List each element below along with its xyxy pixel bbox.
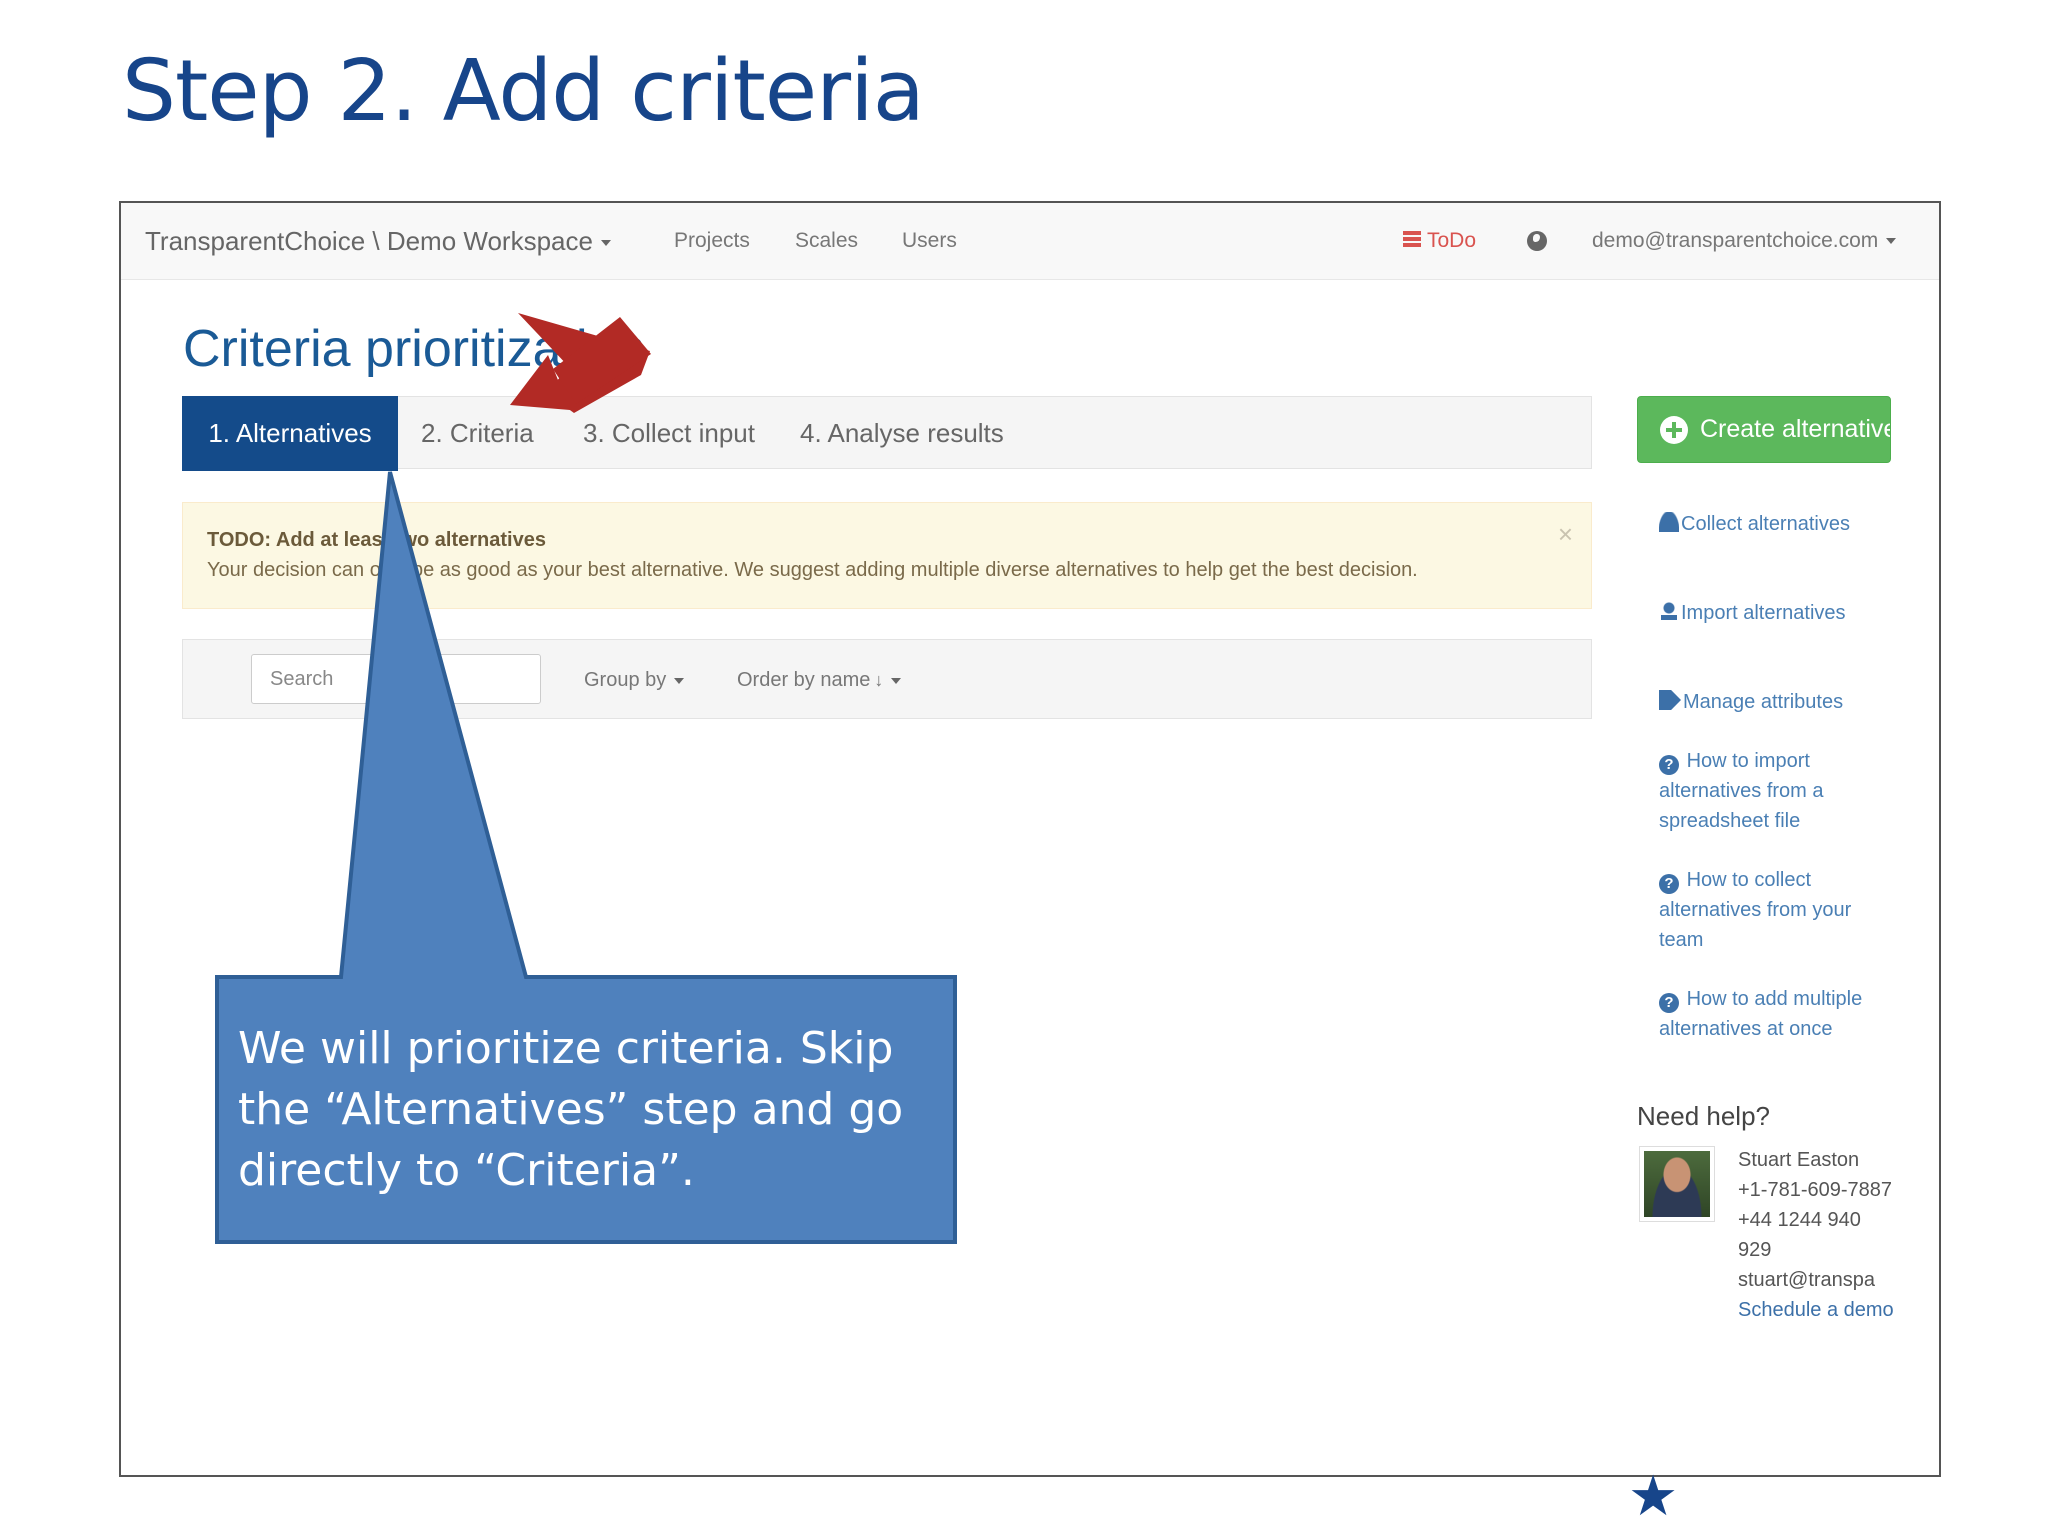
sort-icon: ↓ bbox=[874, 670, 884, 690]
sidebar-link-help-import[interactable]: ? How to import alternatives from a spre… bbox=[1659, 746, 1889, 836]
alert-title: TODO: Add at least two alternatives bbox=[207, 529, 546, 551]
contact-phone-uk: +44 1244 940 929 bbox=[1738, 1209, 1861, 1261]
brand-label: TransparentChoice \ Demo Workspace bbox=[145, 226, 593, 256]
group-by-label: Group by bbox=[584, 669, 667, 691]
sidebar-link-attributes[interactable]: Manage attributes bbox=[1659, 687, 1889, 717]
order-by-label: Order by name bbox=[737, 669, 871, 691]
chevron-down-icon bbox=[1886, 238, 1897, 245]
chevron-down-icon bbox=[891, 677, 902, 684]
nav-scales[interactable]: Scales bbox=[795, 203, 858, 279]
close-icon[interactable]: × bbox=[1558, 519, 1573, 550]
sidebar-link-label: How to add multiple alternatives at once bbox=[1659, 988, 1863, 1040]
chevron-down-icon bbox=[674, 677, 685, 684]
avatar bbox=[1639, 1146, 1715, 1222]
account-dropdown[interactable]: demo@transparentchoice.com bbox=[1592, 203, 1897, 279]
page-title: Criteria prioritization bbox=[183, 320, 646, 378]
import-icon bbox=[1659, 601, 1679, 621]
contact-email[interactable]: stuart@transpa bbox=[1738, 1265, 1898, 1295]
sidebar-link-help-collect[interactable]: ? How to collect alternatives from your … bbox=[1659, 865, 1889, 955]
top-navbar: TransparentChoice \ Demo Workspace Proje… bbox=[121, 203, 1939, 280]
workspace-dropdown[interactable]: TransparentChoice \ Demo Workspace bbox=[145, 203, 611, 279]
alert-body: Your decision can only be as good as you… bbox=[207, 559, 1418, 581]
callout-text: We will prioritize criteria. Skip the “A… bbox=[238, 1023, 904, 1196]
account-email: demo@transparentchoice.com bbox=[1592, 229, 1879, 252]
star-logo-icon: ★ bbox=[1628, 1464, 1679, 1527]
sidebar-link-label: Manage attributes bbox=[1683, 691, 1844, 713]
sidebar-link-label: Import alternatives bbox=[1681, 602, 1846, 624]
nav-users[interactable]: Users bbox=[902, 203, 957, 279]
globe-icon[interactable] bbox=[1527, 231, 1547, 251]
question-circle-icon: ? bbox=[1659, 993, 1679, 1013]
question-circle-icon: ? bbox=[1659, 755, 1679, 775]
chevron-down-icon bbox=[600, 240, 611, 247]
question-circle-icon: ? bbox=[1659, 874, 1679, 894]
tab-alternatives[interactable]: 1. Alternatives bbox=[182, 396, 398, 471]
tab-collect-input[interactable]: 3. Collect input bbox=[583, 397, 755, 470]
tag-icon bbox=[1659, 690, 1681, 710]
create-alternative-button[interactable]: Create alternative bbox=[1637, 396, 1891, 463]
tab-analyse-results[interactable]: 4. Analyse results bbox=[800, 397, 1004, 470]
sidebar-link-label: How to import alternatives from a spread… bbox=[1659, 750, 1824, 832]
avatar-photo bbox=[1644, 1151, 1710, 1217]
tab-criteria[interactable]: 2. Criteria bbox=[421, 397, 534, 470]
filter-bar: Group by Order by name↓ bbox=[182, 639, 1592, 719]
todo-label: ToDo bbox=[1427, 229, 1477, 252]
create-button-label: Create alternative bbox=[1700, 415, 1891, 443]
sidebar-link-help-multiple[interactable]: ? How to add multiple alternatives at on… bbox=[1659, 984, 1889, 1044]
sidebar-link-label: How to collect alternatives from your te… bbox=[1659, 869, 1852, 951]
app-screenshot: TransparentChoice \ Demo Workspace Proje… bbox=[119, 201, 1941, 1477]
sidebar-link-label: Collect alternatives bbox=[1681, 513, 1850, 535]
todo-alert: TODO: Add at least two alternatives Your… bbox=[182, 502, 1592, 609]
contact-name: Stuart Easton bbox=[1738, 1149, 1860, 1171]
order-by-dropdown[interactable]: Order by name ↓ bbox=[737, 640, 902, 720]
slide-title: Step 2. Add criteria bbox=[122, 42, 925, 141]
search-input[interactable] bbox=[251, 654, 541, 704]
sidebar-link-collect[interactable]: Collect alternatives bbox=[1659, 509, 1889, 539]
help-title: Need help? bbox=[1637, 1101, 1770, 1131]
todo-link[interactable]: ToDo bbox=[1403, 203, 1476, 279]
nav-projects[interactable]: Projects bbox=[674, 203, 750, 279]
sidebar-link-import[interactable]: Import alternatives bbox=[1659, 598, 1889, 628]
group-by-dropdown[interactable]: Group by bbox=[584, 640, 685, 720]
plus-circle-icon bbox=[1660, 416, 1688, 444]
step-tabs: 1. Alternatives 2. Criteria 3. Collect i… bbox=[182, 396, 1592, 471]
list-icon bbox=[1403, 231, 1421, 248]
contact-phone-us: +1-781-609-7887 bbox=[1738, 1179, 1893, 1201]
user-icon bbox=[1659, 512, 1679, 532]
schedule-demo-link[interactable]: Schedule a demo bbox=[1738, 1295, 1898, 1325]
contact-card: Stuart Easton +1-781-609-7887 +44 1244 9… bbox=[1738, 1145, 1898, 1325]
